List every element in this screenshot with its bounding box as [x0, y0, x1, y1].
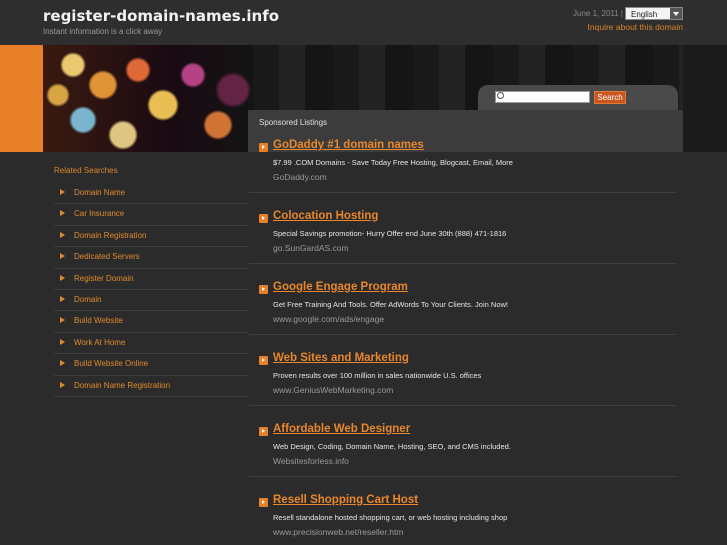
- related-search-label[interactable]: Build Website: [74, 316, 123, 325]
- arrow-bullet-icon: [60, 317, 65, 324]
- listing-title-link[interactable]: Web Sites and Marketing: [273, 352, 409, 364]
- related-search-label[interactable]: Register Domain: [74, 274, 134, 283]
- chevron-down-icon[interactable]: [670, 8, 682, 19]
- related-searches-title: Related Searches: [54, 166, 118, 175]
- accent-bar: [0, 45, 43, 152]
- listing-description: Web Design, Coding, Domain Name, Hosting…: [273, 442, 511, 451]
- language-value: English: [631, 10, 658, 19]
- divider: [249, 334, 676, 335]
- listing-description: Proven results over 100 million in sales…: [273, 371, 482, 380]
- related-search-item[interactable]: Domain Registration: [54, 226, 248, 248]
- site-title[interactable]: register-domain-names.info: [43, 7, 279, 25]
- listing-title-link[interactable]: Google Engage Program: [273, 281, 408, 293]
- arrow-bullet-icon: [60, 253, 65, 260]
- related-searches-list: Domain Name Car Insurance Domain Registr…: [54, 183, 248, 397]
- language-select[interactable]: English: [625, 7, 683, 20]
- divider: [249, 476, 676, 477]
- listing-title-link[interactable]: Affordable Web Designer: [273, 423, 410, 435]
- listing-description: Special Savings promotion- Hurry Offer e…: [273, 229, 507, 238]
- listing-description: Get Free Training And Tools. Offer AdWor…: [273, 300, 508, 309]
- sponsored-label: Sponsored Listings: [259, 118, 328, 127]
- listing-url[interactable]: www.GeniusWebMarketing.com: [273, 385, 393, 395]
- search-icon: [497, 92, 504, 99]
- divider: [249, 263, 676, 264]
- arrow-bullet-icon: [60, 360, 65, 367]
- related-search-label[interactable]: Domain Name Registration: [74, 381, 170, 390]
- listing-url[interactable]: GoDaddy.com: [273, 172, 327, 182]
- related-search-item[interactable]: Dedicated Servers: [54, 247, 248, 269]
- search-input[interactable]: [495, 91, 590, 103]
- arrow-bullet-icon: [60, 210, 65, 217]
- related-search-label[interactable]: Work At Home: [74, 338, 125, 347]
- listing-url[interactable]: Websitesforless.info: [273, 456, 349, 466]
- arrow-bullet-icon: [60, 231, 65, 238]
- related-search-item[interactable]: Domain Name Registration: [54, 376, 248, 397]
- related-search-label[interactable]: Car Insurance: [74, 209, 124, 218]
- arrow-box-icon: [259, 285, 268, 294]
- related-search-label[interactable]: Domain: [74, 295, 102, 304]
- date-text: June 1, 2011 |: [573, 9, 623, 18]
- related-search-label[interactable]: Domain Registration: [74, 231, 146, 240]
- listing-url[interactable]: go.SunGardAS.com: [273, 243, 349, 253]
- arrow-bullet-icon: [60, 274, 65, 281]
- related-search-item[interactable]: Car Insurance: [54, 204, 248, 226]
- related-search-item[interactable]: Build Website: [54, 311, 248, 333]
- divider: [249, 192, 676, 193]
- arrow-box-icon: [259, 143, 268, 152]
- bokeh-lights-image: [43, 45, 253, 152]
- arrow-bullet-icon: [60, 381, 65, 388]
- listing-title-link[interactable]: GoDaddy #1 domain names: [273, 139, 424, 151]
- search-button[interactable]: Search: [594, 91, 626, 104]
- related-search-item[interactable]: Domain Name: [54, 183, 248, 205]
- related-search-item[interactable]: Register Domain: [54, 269, 248, 290]
- related-search-label[interactable]: Domain Name: [74, 188, 125, 197]
- arrow-bullet-icon: [60, 189, 65, 195]
- arrow-box-icon: [259, 214, 268, 223]
- related-search-item[interactable]: Work At Home: [54, 333, 248, 355]
- related-search-label[interactable]: Build Website Online: [74, 359, 148, 368]
- arrow-bullet-icon: [60, 295, 65, 302]
- listing-title-link[interactable]: Resell Shopping Cart Host: [273, 494, 418, 506]
- listing-title-link[interactable]: Colocation Hosting: [273, 210, 378, 222]
- divider: [249, 405, 676, 406]
- related-search-label[interactable]: Dedicated Servers: [74, 252, 140, 261]
- listing-description: Resell standalone hosted shopping cart, …: [273, 513, 508, 522]
- arrow-box-icon: [259, 498, 268, 507]
- listing-description: $7.99 .COM Domains - Save Today Free Hos…: [273, 158, 513, 167]
- inquire-link[interactable]: Inquire about this domain: [588, 22, 683, 32]
- related-search-item[interactable]: Domain: [54, 290, 248, 312]
- arrow-box-icon: [259, 356, 268, 365]
- arrow-box-icon: [259, 427, 268, 436]
- related-search-item[interactable]: Build Website Online: [54, 354, 248, 376]
- listing-url[interactable]: www.precisionweb.net/reseller.htm: [273, 527, 403, 537]
- listing-url[interactable]: www.google.com/ads/engage: [273, 314, 384, 324]
- site-tagline: Instant information is a click away: [43, 27, 163, 36]
- arrow-bullet-icon: [60, 338, 65, 345]
